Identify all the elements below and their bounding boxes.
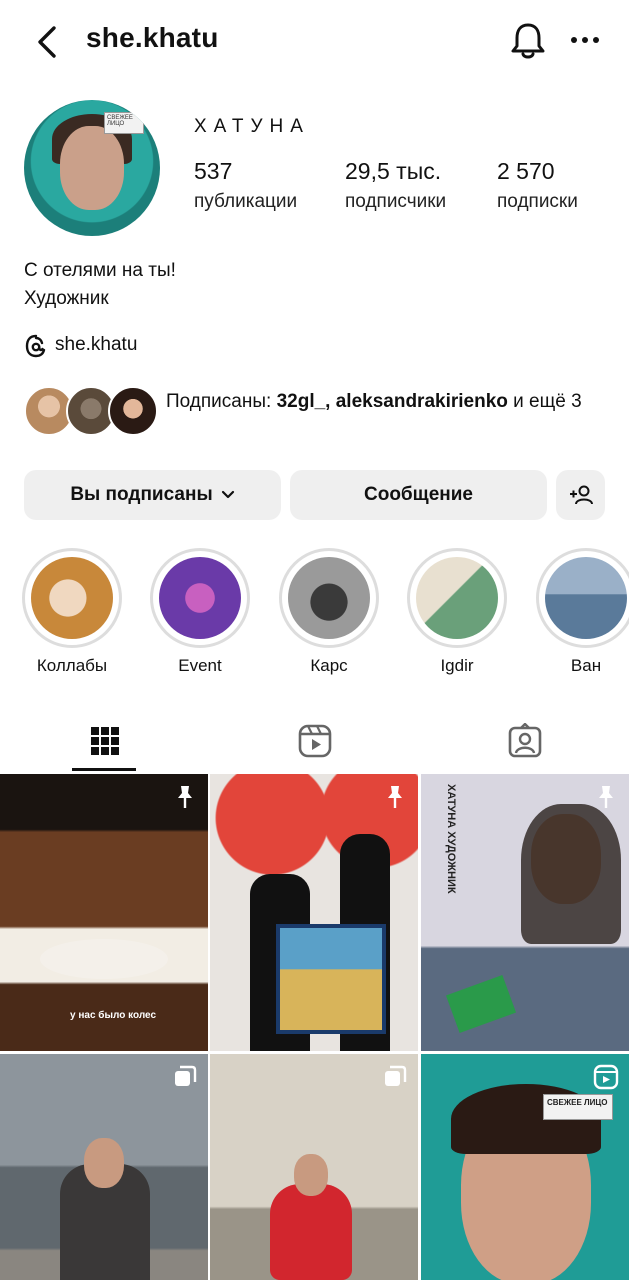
post-face — [84, 1138, 124, 1188]
post-thumbnail[interactable] — [210, 774, 418, 1051]
mutual-followers-names: 32gl_, aleksandrakirienko — [276, 391, 508, 412]
mutual-followers-suffix: и ещё 3 — [507, 391, 582, 412]
post-caption: СВЕЖЕЕ ЛИЦО — [543, 1094, 613, 1120]
posts-grid: у нас было колес ХАТУНА ХУДОЖНИК СВЕЖЕЕ … — [0, 774, 629, 1280]
post-figure — [270, 1184, 352, 1280]
highlight-label: Карс — [310, 656, 348, 675]
post-caption: у нас было колес — [70, 1010, 157, 1021]
threads-icon[interactable] — [24, 334, 48, 358]
highlight-label: Igdir — [440, 656, 474, 675]
add-person-icon — [569, 485, 593, 505]
grid-icon — [90, 727, 119, 755]
highlight-thumbnail — [288, 557, 370, 639]
tagged-person-icon — [508, 723, 541, 758]
highlight-label: Ван — [570, 656, 602, 675]
top-bar: she.khatu — [0, 0, 629, 84]
tab-tagged[interactable] — [420, 710, 629, 772]
reels-icon — [298, 724, 331, 758]
profile-full-name: ХАТУНА — [194, 116, 310, 137]
chevron-down-icon — [221, 490, 234, 499]
post-thumbnail[interactable]: СВЕЖЕЕ ЛИЦО — [421, 1054, 629, 1280]
bio-line: Художник — [24, 288, 109, 309]
bio-line: С отелями на ты! — [24, 260, 176, 281]
story-highlight[interactable]: Event — [150, 548, 250, 676]
threads-link[interactable]: she.khatu — [55, 334, 137, 356]
profile-tabs — [0, 710, 629, 772]
mutual-followers-text: Подписаны: 32gl_, aleksandrakirienko и е… — [166, 388, 606, 415]
pin-icon — [388, 786, 402, 808]
following-button-label: Вы подписаны — [70, 484, 213, 505]
mutual-followers-prefix: Подписаны: — [166, 391, 277, 412]
message-button[interactable]: Сообщение — [290, 470, 547, 520]
mutual-follower-avatar — [108, 386, 158, 436]
stat-posts-label: публикации — [194, 191, 298, 212]
story-highlight[interactable]: Коллабы — [22, 548, 122, 676]
avatar-face — [60, 126, 124, 210]
pin-icon — [599, 786, 613, 808]
highlight-ring — [536, 548, 629, 648]
post-painting — [276, 924, 386, 1034]
tab-reels[interactable] — [210, 710, 419, 772]
suggest-people-button[interactable] — [556, 470, 605, 520]
stat-following-value: 2 570 — [497, 158, 555, 184]
post-thumbnail[interactable] — [0, 1054, 208, 1280]
highlight-thumbnail — [159, 557, 241, 639]
post-hair — [521, 804, 621, 944]
profile-avatar[interactable]: СВЕЖЕЕ ЛИЦО — [24, 100, 160, 236]
highlight-thumbnail — [545, 557, 627, 639]
tab-posts-grid[interactable] — [0, 710, 209, 772]
highlight-ring — [279, 548, 379, 648]
stat-following[interactable]: 2 570 подписки — [497, 158, 578, 213]
story-highlight[interactable]: Ван — [536, 548, 629, 676]
post-caption: ХАТУНА ХУДОЖНИК — [445, 784, 457, 894]
avatar-label-sticker: СВЕЖЕЕ ЛИЦО — [104, 112, 144, 134]
highlight-thumbnail — [31, 557, 113, 639]
story-highlight[interactable]: Карс — [279, 548, 379, 676]
post-thumbnail[interactable]: у нас было колес — [0, 774, 208, 1051]
stat-followers-label: подписчики — [345, 191, 447, 212]
highlight-label: Event — [178, 656, 222, 675]
stat-following-label: подписки — [497, 191, 578, 212]
stat-posts[interactable]: 537 публикации — [194, 158, 297, 213]
post-thumbnail[interactable]: ХАТУНА ХУДОЖНИК — [421, 774, 629, 1051]
message-button-label: Сообщение — [364, 484, 473, 505]
post-table-shape — [40, 939, 168, 979]
following-button[interactable]: Вы подписаны — [24, 470, 281, 520]
stat-followers-value: 29,5 тыс. — [345, 158, 442, 184]
story-highlight[interactable]: Igdir — [407, 548, 507, 676]
highlight-ring — [22, 548, 122, 648]
post-face — [294, 1154, 328, 1196]
stat-posts-value: 537 — [194, 158, 233, 184]
carousel-icon — [175, 1065, 197, 1086]
notification-bell-icon[interactable] — [508, 20, 548, 62]
highlight-thumbnail — [416, 557, 498, 639]
back-arrow-icon[interactable] — [34, 24, 64, 60]
highlight-ring — [150, 548, 250, 648]
carousel-icon — [385, 1065, 407, 1086]
profile-username: she.khatu — [86, 22, 219, 53]
highlight-ring — [407, 548, 507, 648]
post-thumbnail[interactable] — [210, 1054, 418, 1280]
active-tab-indicator — [72, 768, 136, 771]
post-sticker — [445, 974, 517, 1034]
more-options-icon[interactable] — [568, 28, 602, 52]
highlight-label: Коллабы — [36, 656, 108, 675]
stat-followers[interactable]: 29,5 тыс. подписчики — [345, 158, 446, 213]
mutual-followers[interactable]: Подписаны: 32gl_, aleksandrakirienko и е… — [24, 386, 604, 442]
reel-icon — [593, 1064, 619, 1090]
pin-icon — [178, 786, 192, 808]
